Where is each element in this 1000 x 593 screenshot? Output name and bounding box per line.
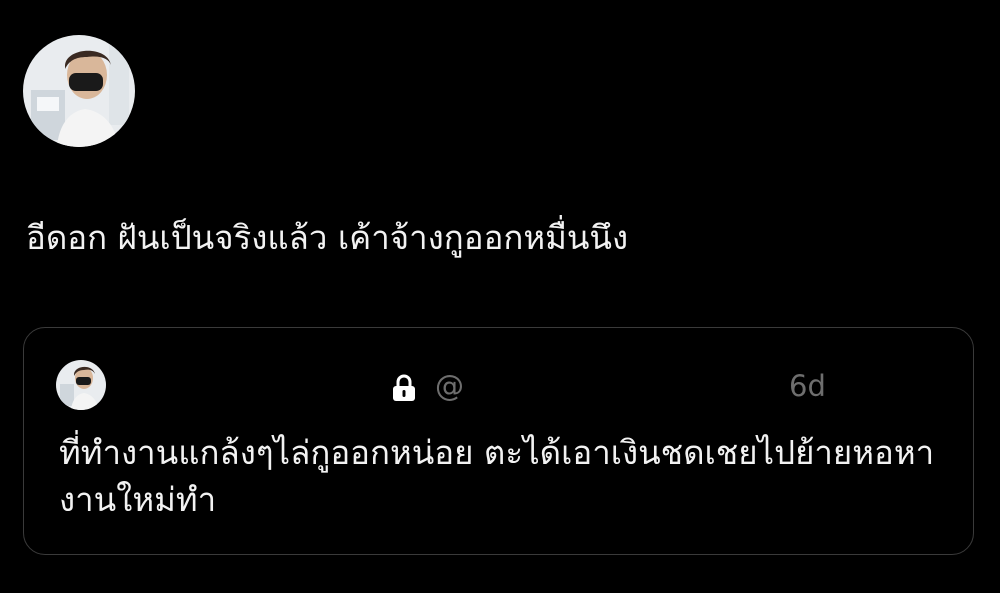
quoted-tweet-text: ที่ทำงานแกล้งๆไล่กูออกหน่อย ตะได้เอาเงิน… [59, 433, 935, 519]
tweet-text: อีดอก ฝันเป็นจริงแล้ว เค้าจ้างกูออกหมื่น… [26, 218, 629, 257]
quoted-author-handle[interactable]: @ [435, 368, 464, 404]
quoted-author-avatar[interactable] [56, 360, 106, 410]
quoted-tweet-card[interactable]: @ 6d ที่ทำงานแกล้งๆไล่กูออกหน่อย ตะได้เอ… [23, 327, 974, 555]
author-avatar[interactable] [23, 35, 135, 147]
quoted-timestamp[interactable]: 6d [789, 368, 826, 404]
lock-icon [391, 374, 417, 402]
